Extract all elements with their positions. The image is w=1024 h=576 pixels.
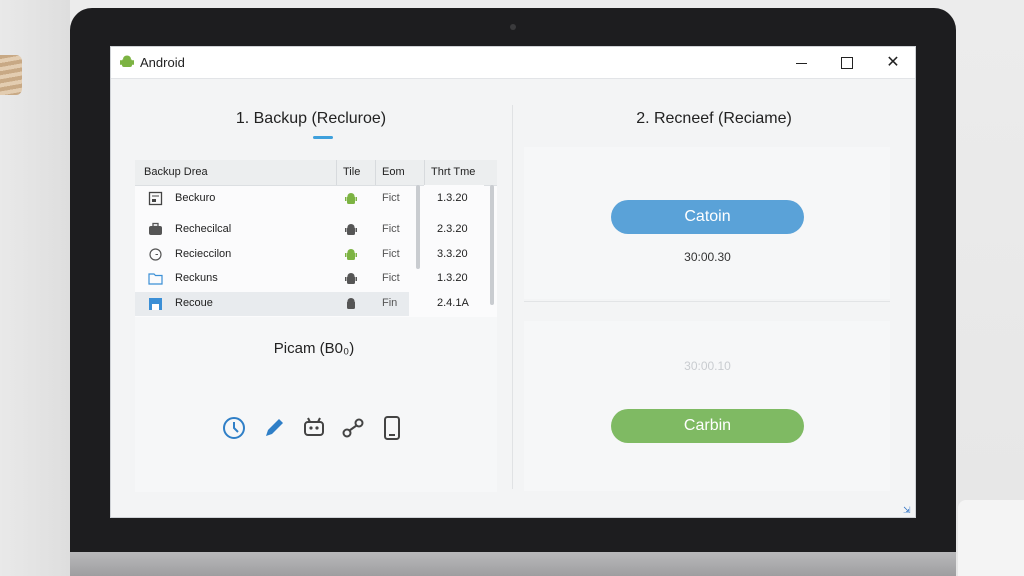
maximize-icon xyxy=(841,57,853,69)
clock-icon[interactable] xyxy=(221,415,247,441)
primary-timer: 30:00.30 xyxy=(684,250,731,264)
panel-separator xyxy=(524,301,890,302)
row-name: Rechecilcal xyxy=(175,223,232,235)
column-separator xyxy=(375,160,376,185)
android-icon xyxy=(345,273,357,284)
resize-grip-icon[interactable]: ⇲ xyxy=(903,505,911,516)
webcam xyxy=(510,24,516,30)
wicker-basket xyxy=(0,55,22,95)
row-time: 2.3.20 xyxy=(437,223,468,235)
column-separator xyxy=(424,160,425,185)
row-time: 1.3.20 xyxy=(437,272,468,284)
row-name: Reckuns xyxy=(175,272,218,284)
secondary-timer: 30:00.10 xyxy=(684,359,731,373)
backup-heading: 1. Backup (Recluroe) xyxy=(235,110,387,127)
maximize-button[interactable] xyxy=(825,50,869,76)
row-tag: Fin xyxy=(382,297,398,309)
briefcase-icon xyxy=(149,222,162,235)
share-icon[interactable] xyxy=(340,415,366,441)
time-column-scrollbar[interactable] xyxy=(490,185,494,305)
window-title: Android xyxy=(140,55,185,70)
primary-action-button[interactable]: Catoin xyxy=(611,200,804,234)
monitor-stand xyxy=(70,552,956,576)
column-header-type[interactable]: Tile xyxy=(343,166,360,178)
table-scrollbar[interactable] xyxy=(416,185,420,269)
row-name: Recoue xyxy=(175,297,213,309)
table-row[interactable]: Recieccilon Fict xyxy=(135,243,409,267)
row-time: 1.3.20 xyxy=(437,192,468,204)
close-button[interactable]: ✕ xyxy=(871,50,915,76)
restore-panel-bottom xyxy=(524,321,890,491)
row-time: 2.4.1A xyxy=(437,297,469,309)
table-header: Backup Drea Tile Eom Thrt Tme xyxy=(135,160,497,186)
row-time: 3.3.20 xyxy=(437,248,468,260)
status-text: Picam (B0₀) xyxy=(273,340,355,357)
background-object xyxy=(958,500,1024,576)
android-icon xyxy=(347,298,355,309)
backup-file-icon xyxy=(148,191,163,206)
table-row[interactable]: Beckuro Fict xyxy=(135,187,409,211)
row-tag: Fict xyxy=(382,192,400,204)
table-row[interactable]: Reckuns Fict xyxy=(135,267,409,291)
app-window: Android ✕ 1. Backup (Recluroe) Backup Dr… xyxy=(111,47,915,517)
row-tag: Fict xyxy=(382,272,400,284)
android-icon xyxy=(345,249,357,260)
column-header-name[interactable]: Backup Drea xyxy=(144,166,208,178)
minimize-icon xyxy=(795,62,807,64)
panel-divider xyxy=(512,105,513,489)
secondary-action-button[interactable]: Carbin xyxy=(611,409,804,443)
folder-icon xyxy=(148,273,163,285)
robot-icon[interactable] xyxy=(301,415,327,441)
save-icon xyxy=(149,298,162,310)
minimize-button[interactable] xyxy=(779,50,823,76)
clock-icon xyxy=(149,248,162,261)
column-separator xyxy=(336,160,337,185)
row-name: Beckuro xyxy=(175,192,216,204)
backup-table: Backup Drea Tile Eom Thrt Tme Beckuro Fi… xyxy=(135,160,497,317)
close-icon: ✕ xyxy=(886,54,900,71)
phone-icon[interactable] xyxy=(379,415,405,441)
android-icon xyxy=(120,55,134,67)
column-header-time[interactable]: Thrt Tme xyxy=(431,166,475,178)
row-tag: Fict xyxy=(382,223,400,235)
active-tab-indicator xyxy=(313,136,333,139)
row-tag: Fict xyxy=(382,248,400,260)
table-row[interactable]: Rechecilcal Fict xyxy=(135,218,409,242)
column-header-format[interactable]: Eom xyxy=(382,166,405,178)
table-row-selected[interactable]: Recoue Fin xyxy=(135,292,409,316)
restore-heading: 2. Recneef (Reciame) xyxy=(636,110,792,127)
title-bar: Android ✕ xyxy=(111,47,915,79)
android-icon xyxy=(345,193,357,204)
pencil-icon[interactable] xyxy=(261,415,287,441)
row-name: Recieccilon xyxy=(175,248,232,260)
android-icon xyxy=(345,224,357,235)
